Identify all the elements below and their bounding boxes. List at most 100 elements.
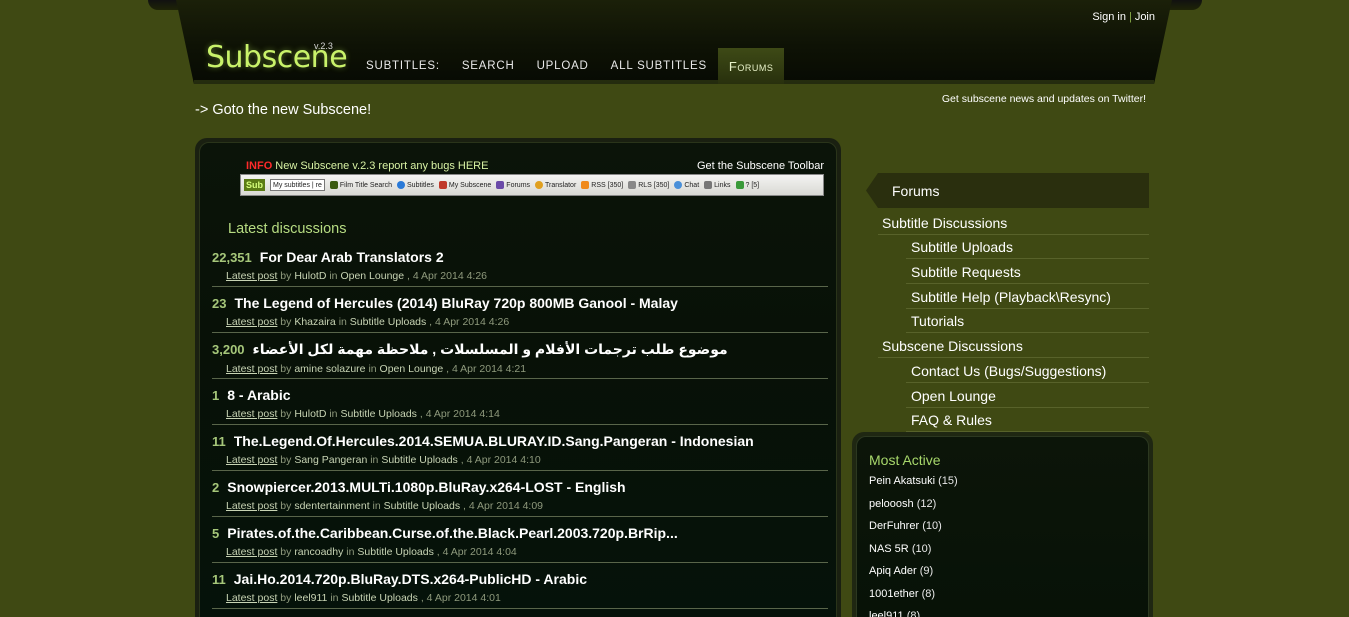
discussion-head: 22,351 For Dear Arab Translators 2: [212, 249, 828, 265]
forum-item[interactable]: Subtitle Uploads: [906, 235, 1149, 260]
forum-item[interactable]: Tutorials: [906, 309, 1149, 334]
nav-forums[interactable]: Forums: [717, 48, 785, 84]
discussion-meta: Latest post by rancoadhy in Subtitle Upl…: [212, 546, 828, 558]
discussion-title-link[interactable]: Snowpiercer.2013.MULTi.1080p.BluRay.x264…: [227, 479, 625, 495]
in-label: in: [346, 546, 355, 558]
nav-all-subtitles[interactable]: all subtitles: [600, 48, 718, 84]
join-link[interactable]: Join: [1135, 11, 1155, 23]
most-active-user-link[interactable]: 1001ether: [869, 588, 919, 600]
discussion-user-link[interactable]: Khazaira: [294, 316, 335, 328]
forum-item[interactable]: Subtitle Discussions: [878, 210, 1149, 235]
discussion-forum-link[interactable]: Subtitle Uploads: [350, 316, 426, 328]
toolbar-item: RLS [350]: [628, 181, 669, 189]
discussion-title-link[interactable]: موضوع طلب ترجمات الأفلام و المسلسلات , م…: [253, 341, 728, 358]
latest-post-link[interactable]: Latest post: [226, 408, 277, 420]
forum-item[interactable]: Subtitle Help (Playback\Resync): [906, 284, 1149, 309]
discussion-user-link[interactable]: rancoadhy: [294, 546, 343, 558]
sign-in-link[interactable]: Sign in: [1092, 11, 1126, 23]
discussion-reply-count: 2: [212, 480, 220, 495]
twitter-link[interactable]: Get subscene news and updates on Twitter…: [942, 93, 1146, 105]
discussion-date: 4 Apr 2014 4:26: [435, 316, 510, 328]
discussion-user-link[interactable]: leel911: [294, 592, 327, 604]
info-line[interactable]: INFO New Subscene v.2.3 report any bugs H…: [246, 160, 488, 172]
latest-post-link[interactable]: Latest post: [226, 500, 277, 512]
most-active-user-link[interactable]: Apiq Ader: [869, 565, 917, 577]
toolbar-item: RSS [350]: [581, 181, 623, 189]
toolbar-banner[interactable]: Sub My subtitles | re Film Title Search …: [240, 174, 824, 196]
discussion-user-link[interactable]: Sang Pangeran: [294, 454, 367, 466]
discussion-user-link[interactable]: amine solazure: [294, 363, 365, 375]
toolbar-link[interactable]: Get the Subscene Toolbar: [697, 160, 824, 172]
latest-post-link[interactable]: Latest post: [226, 270, 277, 282]
forum-item[interactable]: Subscene Discussions: [878, 333, 1149, 359]
nav-upload[interactable]: upload: [526, 48, 600, 84]
film-icon: [329, 181, 338, 189]
discussion-user-link[interactable]: sdentertainment: [294, 500, 369, 512]
discussion-title-link[interactable]: The Legend of Hercules (2014) BluRay 720…: [234, 295, 677, 311]
latest-post-link[interactable]: Latest post: [226, 592, 277, 604]
most-active-count: (8): [921, 587, 936, 600]
discussion-user-link[interactable]: HulotD: [294, 408, 326, 420]
latest-post-link[interactable]: Latest post: [226, 546, 277, 558]
discussion-row: 1 8 - Arabic Latest post by HulotD in Subt…: [212, 379, 828, 425]
toolbar-item: Translator: [535, 181, 576, 189]
most-active-title: Most Active: [869, 452, 941, 468]
in-label: in: [370, 454, 379, 466]
forums-icon: [496, 181, 505, 189]
discussion-row: 22,351 For Dear Arab Translators 2 Latest …: [212, 241, 828, 287]
latest-post-link[interactable]: Latest post: [226, 363, 277, 375]
help-icon: [735, 181, 744, 189]
toolbar-item: Forums: [496, 181, 530, 189]
discussion-forum-link[interactable]: Open Lounge: [340, 270, 404, 282]
discussion-row: 23 The Legend of Hercules (2014) BluRay 7…: [212, 287, 828, 333]
discussion-head: 3,200 موضوع طلب ترجمات الأفلام و المسلسلا…: [212, 341, 828, 358]
forum-item[interactable]: Open Lounge: [906, 383, 1149, 408]
forum-item[interactable]: Contact Us (Bugs/Suggestions): [906, 358, 1149, 383]
discussion-meta: Latest post by Sang Pangeran in Subtitle…: [212, 454, 828, 466]
date-separator: ,: [457, 454, 467, 466]
nav-search[interactable]: search: [451, 48, 526, 84]
most-active-inner: Most Active Pein Akatsuki (15) pelooosh (…: [856, 436, 1149, 617]
discussion-reply-count: 11: [212, 572, 226, 587]
info-text[interactable]: New Subscene v.2.3 report any bugs HERE: [275, 160, 488, 172]
discussion-user-link[interactable]: HulotD: [294, 270, 326, 282]
most-active-user-link[interactable]: DerFuhrer: [869, 520, 919, 532]
most-active-user-link[interactable]: leel911: [869, 610, 904, 617]
in-label: in: [330, 592, 339, 604]
most-active-user-link[interactable]: pelooosh: [869, 498, 914, 510]
discussion-forum-link[interactable]: Subtitle Uploads: [381, 454, 457, 466]
discussion-forum-link[interactable]: Subtitle Uploads: [341, 592, 417, 604]
goto-new-subscene-link[interactable]: -> Goto the new Subscene!: [195, 102, 371, 118]
rls-icon: [628, 181, 637, 189]
latest-post-link[interactable]: Latest post: [226, 316, 277, 328]
discussion-forum-link[interactable]: Open Lounge: [380, 363, 444, 375]
most-active-user-link[interactable]: Pein Akatsuki: [869, 475, 935, 487]
most-active-user-link[interactable]: NAS 5R: [869, 543, 909, 555]
discussion-title-link[interactable]: 8 - Arabic: [227, 387, 290, 403]
discussion-date: 4 Apr 2014 4:14: [425, 408, 500, 420]
forum-item[interactable]: FAQ & Rules: [906, 408, 1149, 433]
discussion-row: 5 Pirates.of.the.Caribbean.Curse.of.the.B…: [212, 517, 828, 563]
discussion-title-link[interactable]: The.Legend.Of.Hercules.2014.SEMUA.BLURAY…: [234, 433, 754, 449]
discussion-meta: Latest post by amine solazure in Open Lo…: [212, 363, 828, 375]
info-tag: INFO: [246, 160, 273, 172]
discussion-reply-count: 23: [212, 296, 227, 311]
most-active-count: (15): [938, 475, 958, 487]
discussion-head: 1 8 - Arabic: [212, 387, 828, 403]
discussion-forum-link[interactable]: Subtitle Uploads: [384, 500, 460, 512]
discussion-title-link[interactable]: For Dear Arab Translators 2: [260, 249, 444, 265]
discussion-title-link[interactable]: Jai.Ho.2014.720p.BluRay.DTS.x264-PublicH…: [234, 571, 587, 587]
chat-icon: [674, 181, 683, 189]
forum-item[interactable]: Subtitle Requests: [906, 259, 1149, 285]
discussion-title-link[interactable]: Pirates.of.the.Caribbean.Curse.of.the.Bl…: [227, 525, 678, 541]
discussion-date: 4 Apr 2014 4:01: [426, 592, 501, 604]
globe-icon: [397, 181, 406, 189]
most-active-count: (8): [906, 610, 921, 617]
discussion-forum-link[interactable]: Subtitle Uploads: [340, 408, 416, 420]
toolbar-item: My Subscene: [438, 181, 491, 189]
discussion-reply-count: 5: [212, 526, 220, 541]
discussion-forum-link[interactable]: Subtitle Uploads: [357, 546, 433, 558]
toolbar-logo: Sub: [244, 179, 265, 191]
latest-post-link[interactable]: Latest post: [226, 454, 277, 466]
nav-subtitles[interactable]: subtitles:: [355, 48, 451, 84]
